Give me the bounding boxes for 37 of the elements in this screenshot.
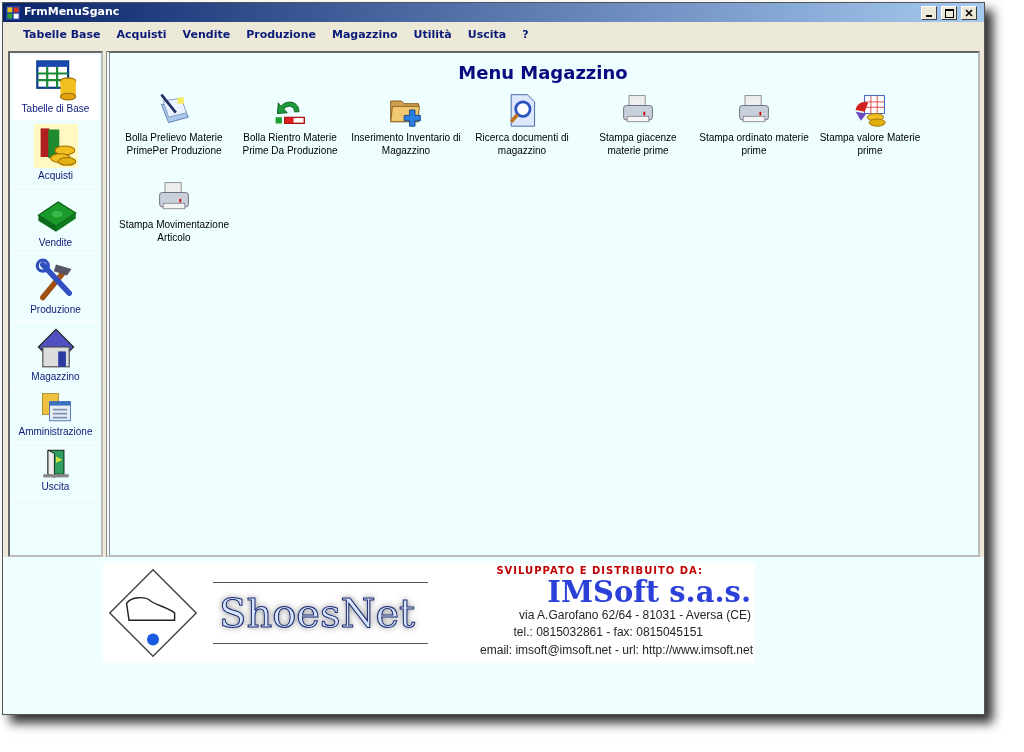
- menu-tile[interactable]: Ricerca documenti di magazzino: [464, 92, 580, 157]
- books-coins-icon: [33, 124, 78, 168]
- menu-item[interactable]: Tabelle Base: [15, 24, 109, 46]
- close-icon: [965, 9, 973, 17]
- menu-title: Menu Magazzino: [457, 61, 629, 85]
- sidebar-item[interactable]: Acquisti: [12, 122, 99, 187]
- menu-tile[interactable]: Stampa ordinato materie prime: [696, 92, 812, 157]
- menu-tile[interactable]: Bolla Prelievo Materie PrimePer Produzione: [116, 92, 232, 157]
- sidebar-item[interactable]: Amministrazione: [12, 390, 99, 443]
- menu-tile[interactable]: Stampa valore Materie prime: [812, 92, 928, 157]
- window-title: FrmMenuSganc: [24, 4, 121, 21]
- menu-tile[interactable]: Inserimento Inventario di Magazzino: [348, 92, 464, 157]
- maximize-icon: [944, 8, 954, 18]
- maximize-button[interactable]: [941, 5, 957, 20]
- menu-tile[interactable]: Bolla Rientro Materie Prime Da Produzione: [232, 92, 348, 157]
- sidebar-item[interactable]: Produzione: [12, 256, 99, 321]
- menu-item[interactable]: Acquisti: [108, 24, 175, 46]
- menu-tile[interactable]: Stampa Movimentazione Articolo: [116, 179, 232, 244]
- table-database-icon: [33, 57, 78, 101]
- minimize-button[interactable]: [921, 5, 937, 20]
- tagline-text: SVILUPPATO E DISTRIBUITO DA:: [496, 564, 703, 578]
- address-text: via A.Garofano 62/64 - 81031 - Aversa (CE): [519, 607, 751, 624]
- sidebar-item[interactable]: Tabelle di Base: [12, 55, 99, 120]
- menu-item[interactable]: Uscita: [459, 24, 515, 46]
- menu-tile[interactable]: Stampa giacenze materie prime: [580, 92, 696, 157]
- phone-text: tel.: 0815032861 - fax: 0815045151: [513, 624, 703, 642]
- contact-text: email: imsoft@imsoft.net - url: http://www.imsoft.net: [480, 641, 753, 659]
- logo-text: ShoesNet: [213, 582, 428, 644]
- close-button[interactable]: [961, 5, 977, 20]
- menu-item[interactable]: Magazzino: [323, 24, 406, 46]
- calendar-window-icon: [39, 392, 72, 424]
- app-icon: [6, 5, 20, 20]
- menu-item[interactable]: Vendite: [174, 24, 239, 46]
- menu-item[interactable]: ?: [514, 24, 537, 46]
- menu-item[interactable]: Produzione: [238, 24, 324, 46]
- company-name: IMSoft s.a.s.: [547, 578, 751, 607]
- menu-item[interactable]: Utilità: [405, 24, 460, 46]
